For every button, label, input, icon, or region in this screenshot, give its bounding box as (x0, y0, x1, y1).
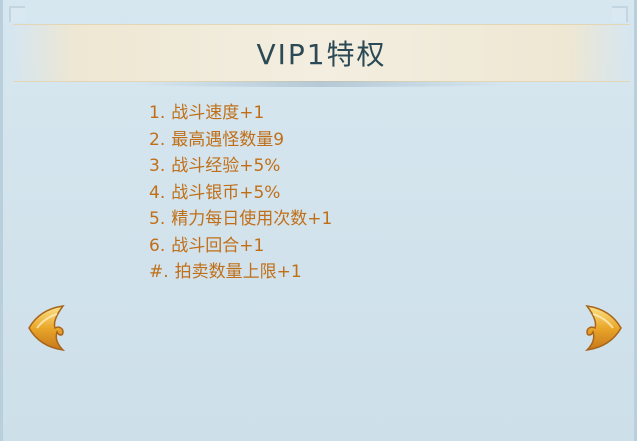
perk-number: #. (149, 262, 169, 282)
perk-item: 3. 战斗经验+5% (149, 153, 332, 180)
perk-text: 拍卖数量上限+1 (174, 262, 302, 282)
perk-text: 最高遇怪数量9 (171, 129, 285, 150)
panel-corner-decoration (612, 6, 628, 22)
perk-text: 战斗回合+1 (171, 235, 265, 256)
perk-item: 2. 最高遇怪数量9 (149, 127, 332, 154)
perk-item: 4. 战斗银币+5% (149, 180, 332, 207)
perk-text: 战斗银币+5% (171, 182, 281, 203)
perk-number: 5. (149, 209, 166, 229)
perk-text: 战斗经验+5% (171, 156, 281, 176)
perk-list: 1. 战斗速度+1 2. 最高遇怪数量9 3. 战斗经验+5% 4. 战斗银币+5% 5… (149, 100, 332, 286)
perk-number: 6. (149, 235, 166, 256)
right-arrow-icon (584, 305, 622, 352)
prev-page-button[interactable] (23, 302, 67, 354)
vip-privilege-panel: VIP1特权 1. 战斗速度+1 2. 最高遇怪数量9 3. 战斗经验+5% 4. 战斗… (0, 0, 637, 441)
title-banner: VIP1特权 (13, 24, 630, 87)
next-page-button[interactable] (583, 302, 627, 354)
perk-number: 1. (149, 103, 166, 123)
perk-text: 精力每日使用次数+1 (171, 209, 333, 229)
perk-text: 战斗速度+1 (171, 103, 265, 123)
perk-number: 3. (149, 156, 166, 176)
perk-item: 1. 战斗速度+1 (149, 100, 332, 127)
perk-number: 2. (149, 129, 166, 150)
panel-corner-decoration (9, 6, 25, 22)
page-title: VIP1特权 (256, 38, 387, 71)
perk-number: 4. (149, 182, 166, 203)
perk-item: 5. 精力每日使用次数+1 (149, 206, 332, 233)
left-arrow-icon (28, 305, 66, 352)
perk-item: #. 拍卖数量上限+1 (149, 259, 332, 286)
perk-item: 6. 战斗回合+1 (149, 233, 332, 260)
